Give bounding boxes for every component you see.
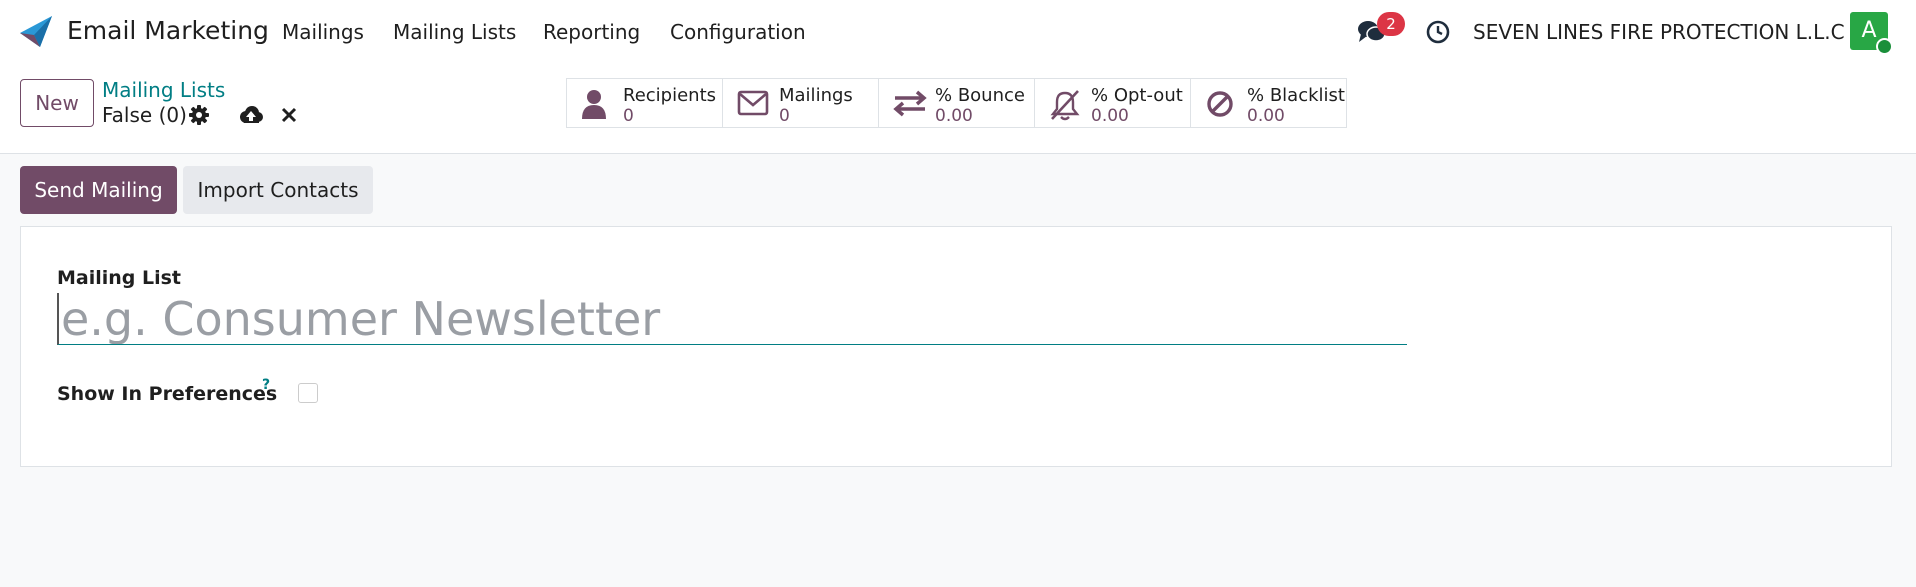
paper-plane-icon[interactable]	[18, 13, 54, 49]
stat-label: % Bounce	[935, 85, 1025, 106]
stat-label: % Opt-out	[1091, 85, 1183, 106]
top-navbar: Email Marketing Mailings Mailing Lists R…	[0, 0, 1916, 62]
menu-configuration[interactable]: Configuration	[670, 20, 806, 44]
stat-value: 0.00	[1091, 106, 1129, 126]
stat-value: 0	[779, 106, 790, 126]
show-in-preferences-checkbox[interactable]	[298, 383, 318, 403]
clock-icon[interactable]	[1425, 19, 1451, 45]
company-switcher[interactable]: SEVEN LINES FIRE PROTECTION L.L.C	[1473, 20, 1845, 44]
form-sheet: Mailing List Show In Preferences ?	[20, 226, 1892, 467]
mailing-list-label: Mailing List	[57, 267, 182, 289]
stat-value: 0.00	[1247, 106, 1285, 126]
bell-slash-icon	[1050, 90, 1080, 121]
control-panel: New Mailing Lists False (0) Recipients 0…	[0, 62, 1916, 154]
recipients-stat-button[interactable]: Recipients 0	[566, 78, 723, 128]
stat-label: Recipients	[623, 85, 717, 106]
chat-button[interactable]: 2	[1357, 12, 1405, 46]
show-in-preferences-label: Show In Preferences	[57, 383, 278, 405]
avatar-initial: A	[1861, 18, 1877, 43]
user-avatar[interactable]: A	[1850, 12, 1893, 55]
optout-stat-button[interactable]: % Opt-out 0.00	[1034, 78, 1191, 128]
envelope-icon	[737, 90, 769, 116]
close-icon[interactable]	[281, 107, 297, 123]
stat-value: 0.00	[935, 106, 973, 126]
menu-mailing-lists[interactable]: Mailing Lists	[393, 20, 516, 44]
menu-reporting[interactable]: Reporting	[543, 20, 640, 44]
import-contacts-button[interactable]: Import Contacts	[183, 166, 373, 214]
stat-label: Mailings	[779, 85, 853, 106]
ban-icon	[1207, 91, 1233, 117]
blacklist-stat-button[interactable]: % Blacklist 0.00	[1190, 78, 1347, 128]
exchange-icon	[893, 90, 927, 117]
breadcrumb-mailing-lists[interactable]: Mailing Lists	[102, 78, 225, 102]
send-mailing-button[interactable]: Send Mailing	[20, 166, 177, 214]
cloud-upload-icon[interactable]	[238, 105, 264, 125]
new-button[interactable]: New	[20, 79, 94, 127]
user-icon	[582, 90, 606, 119]
online-status-dot	[1876, 38, 1893, 55]
stat-label: % Blacklist	[1247, 85, 1345, 106]
mailing-list-name-input[interactable]	[57, 293, 1407, 345]
app-name[interactable]: Email Marketing	[67, 16, 269, 45]
bounce-stat-button[interactable]: % Bounce 0.00	[878, 78, 1035, 128]
menu-mailings[interactable]: Mailings	[282, 20, 364, 44]
chat-count-badge: 2	[1377, 12, 1405, 36]
gear-icon[interactable]	[189, 105, 209, 125]
mailings-stat-button[interactable]: Mailings 0	[722, 78, 879, 128]
record-name: False (0)	[102, 103, 187, 127]
help-tooltip-icon[interactable]: ?	[262, 377, 270, 393]
stat-value: 0	[623, 106, 634, 126]
